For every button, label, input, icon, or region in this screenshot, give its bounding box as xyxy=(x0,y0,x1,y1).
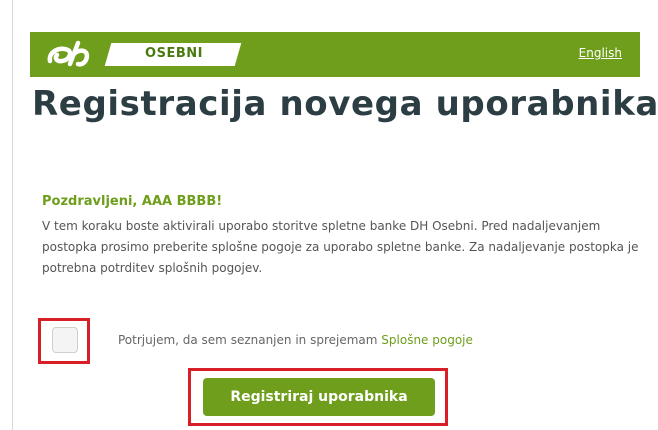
english-language-link[interactable]: English xyxy=(579,46,622,60)
terms-link[interactable]: Splošne pogoje xyxy=(381,333,473,347)
greeting-text: Pozdravljeni, AAA BBBB! xyxy=(42,194,223,209)
consent-text: Potrjujem, da sem seznanjen in sprejemam… xyxy=(118,333,473,347)
dh-logo-icon xyxy=(47,40,90,67)
page-left-border xyxy=(12,0,13,430)
terms-checkbox[interactable] xyxy=(52,327,78,353)
page-title: Registracija novega uporabnika xyxy=(32,84,658,124)
brand-label: OSEBNI xyxy=(145,46,203,61)
consent-label: Potrjujem, da sem seznanjen in sprejemam xyxy=(118,333,378,347)
register-user-button[interactable]: Registriraj uporabnika xyxy=(203,378,435,416)
header-bar: OSEBNI English xyxy=(30,32,640,77)
intro-paragraph: V tem koraku boste aktivirali uporabo st… xyxy=(42,219,639,275)
